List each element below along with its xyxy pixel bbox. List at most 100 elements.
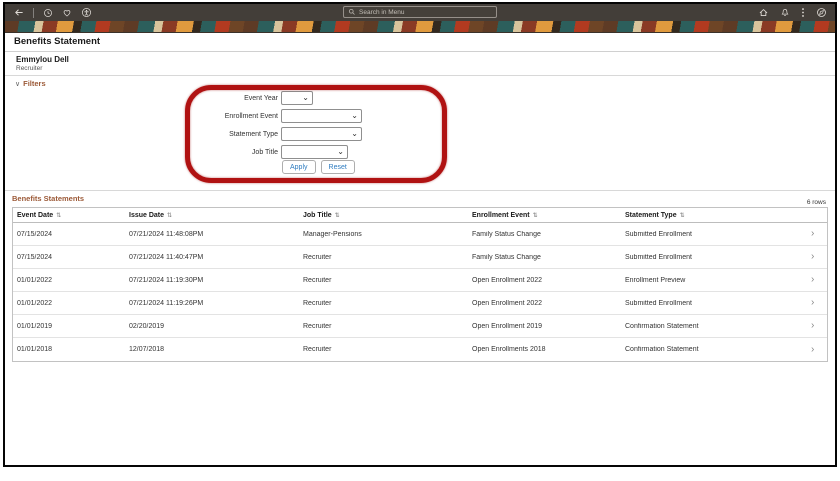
table-row[interactable]: 07/15/2024 07/21/2024 11:48:08PM Manager-P… (13, 223, 827, 246)
sort-icon: ⇅ (334, 212, 340, 219)
sort-icon: ⇅ (56, 212, 62, 219)
cell-job-title: Recruiter (303, 276, 332, 284)
person-role: Recruiter (16, 65, 43, 72)
home-icon[interactable] (758, 7, 769, 18)
statement-type-value (282, 136, 285, 143)
row-chevron-icon: › (811, 344, 815, 355)
event-year-select[interactable]: ⌄ (281, 91, 313, 105)
column-label: Enrollment Event (472, 211, 530, 219)
row-chevron-icon: › (811, 321, 815, 331)
cell-issue-date: 02/20/2019 (129, 322, 165, 330)
cell-issue-date: 07/21/2024 11:19:30PM (129, 276, 204, 284)
search-input[interactable] (359, 8, 492, 16)
enrollment-event-label: Enrollment Event (224, 112, 278, 120)
cell-event-date: 07/15/2024 (17, 230, 53, 238)
column-label: Statement Type (625, 211, 677, 219)
cell-enrollment-event: Family Status Change (472, 230, 541, 238)
statements-table: Event Date ⇅ Issue Date ⇅ Job Title ⇅ Enrollme… (12, 207, 828, 362)
statement-type-label: Statement Type (229, 130, 278, 138)
statements-header: Benefits Statements 6 rows (5, 191, 835, 207)
cell-statement-type: Enrollment Preview (625, 276, 686, 284)
column-header-enrollment-event[interactable]: Enrollment Event ⇅ (468, 212, 621, 219)
cell-statement-type: Submitted Enrollment (625, 299, 692, 307)
reset-button[interactable]: Reset (320, 160, 355, 174)
cell-event-date: 01/01/2022 (17, 299, 53, 307)
table-header-row: Event Date ⇅ Issue Date ⇅ Job Title ⇅ Enrollme… (13, 208, 827, 223)
recents-clock-icon[interactable] (43, 8, 53, 18)
cell-job-title: Recruiter (303, 346, 332, 353)
column-label: Event Date (17, 211, 54, 219)
table-body: 07/15/2024 07/21/2024 11:48:08PM Manager-P… (13, 223, 827, 361)
search-icon (348, 4, 356, 21)
apply-button[interactable]: Apply (282, 160, 316, 174)
cell-issue-date: 07/21/2024 11:19:26PM (129, 299, 204, 307)
person-name: Emmylou Dell (16, 55, 69, 64)
row-chevron-icon: › (811, 229, 815, 239)
event-year-label: Event Year (244, 94, 278, 102)
cell-event-date: 01/01/2019 (17, 322, 53, 330)
chevron-down-icon: ∨ (15, 81, 21, 88)
cell-job-title: Recruiter (303, 322, 332, 330)
table-row[interactable]: 07/15/2024 07/21/2024 11:40:47PM Recruiter… (13, 246, 827, 269)
row-chevron-icon: › (811, 275, 815, 285)
table-row[interactable]: 01/01/2022 07/21/2024 11:19:26PM Recruiter… (13, 292, 827, 315)
cell-enrollment-event: Open Enrollment 2022 (472, 276, 543, 284)
table-row[interactable]: 01/01/2018 12/07/2018 Recruiter Open Enroll… (13, 338, 827, 361)
filter-row-event-year: Event Year ⌄ (5, 91, 313, 105)
global-top-bar (5, 4, 835, 21)
cell-job-title: Recruiter (303, 299, 332, 307)
person-header: Emmylou Dell Recruiter (5, 52, 835, 76)
cell-enrollment-event: Open Enrollments 2018 (472, 346, 546, 353)
enrollment-event-value (282, 118, 285, 125)
enrollment-event-select[interactable]: ⌄ (281, 109, 362, 123)
sort-icon: ⇅ (679, 212, 685, 219)
cell-issue-date: 12/07/2018 (129, 346, 165, 353)
row-chevron-icon: › (811, 298, 815, 308)
favorites-heart-icon[interactable] (62, 8, 72, 18)
column-header-job-title[interactable]: Job Title ⇅ (299, 212, 468, 219)
cell-statement-type: Submitted Enrollment (625, 253, 692, 261)
chevron-down-icon: ⌄ (337, 147, 344, 156)
global-search (343, 6, 497, 18)
cell-statement-type: Confirmation Statement (625, 346, 699, 353)
column-header-event-date[interactable]: Event Date ⇅ (13, 212, 125, 219)
notifications-bell-icon[interactable] (780, 7, 790, 18)
filters-toggle[interactable]: ∨ Filters (15, 79, 46, 88)
cell-event-date: 01/01/2018 (17, 346, 53, 353)
back-icon[interactable] (13, 7, 24, 18)
statements-section-title: Benefits Statements (12, 194, 85, 203)
column-header-issue-date[interactable]: Issue Date ⇅ (125, 212, 299, 219)
statement-type-select[interactable]: ⌄ (281, 127, 362, 141)
filter-buttons: Apply Reset (282, 160, 355, 174)
cell-job-title: Recruiter (303, 253, 332, 261)
filter-row-job-title: Job Title ⌄ (5, 145, 348, 159)
cell-issue-date: 07/21/2024 11:40:47PM (129, 253, 204, 261)
cell-statement-type: Submitted Enrollment (625, 230, 692, 238)
cell-enrollment-event: Open Enrollment 2022 (472, 299, 543, 307)
table-row[interactable]: 01/01/2022 07/21/2024 11:19:30PM Recruiter… (13, 269, 827, 292)
filters-label: Filters (23, 79, 46, 88)
job-title-label: Job Title (251, 148, 278, 156)
navbar-compass-icon[interactable] (816, 7, 827, 18)
page-title: Benefits Statement (5, 33, 835, 52)
topbar-divider (33, 7, 34, 18)
app-window: Benefits Statement Emmylou Dell Recruite… (3, 2, 837, 467)
chevron-down-icon: ⌄ (351, 111, 358, 120)
actions-kebab-icon[interactable] (801, 7, 805, 18)
sort-icon: ⇅ (532, 212, 538, 219)
column-label: Issue Date (129, 211, 165, 219)
column-label: Job Title (303, 211, 332, 219)
chevron-down-icon: ⌄ (351, 129, 358, 138)
column-header-statement-type[interactable]: Statement Type ⇅ (621, 212, 809, 219)
event-year-value (282, 100, 285, 107)
topbar-left-icons (13, 7, 92, 18)
cell-event-date: 01/01/2022 (17, 276, 53, 284)
job-title-select[interactable]: ⌄ (281, 145, 348, 159)
sort-icon: ⇅ (167, 212, 173, 219)
cell-issue-date: 07/21/2024 11:48:08PM (129, 230, 204, 238)
accessibility-icon[interactable] (81, 7, 92, 18)
chevron-down-icon: ⌄ (302, 93, 309, 102)
cell-statement-type: Confirmation Statement (625, 322, 699, 330)
table-row[interactable]: 01/01/2019 02/20/2019 Recruiter Open Enroll… (13, 315, 827, 338)
filter-row-statement-type: Statement Type ⌄ (5, 127, 362, 141)
